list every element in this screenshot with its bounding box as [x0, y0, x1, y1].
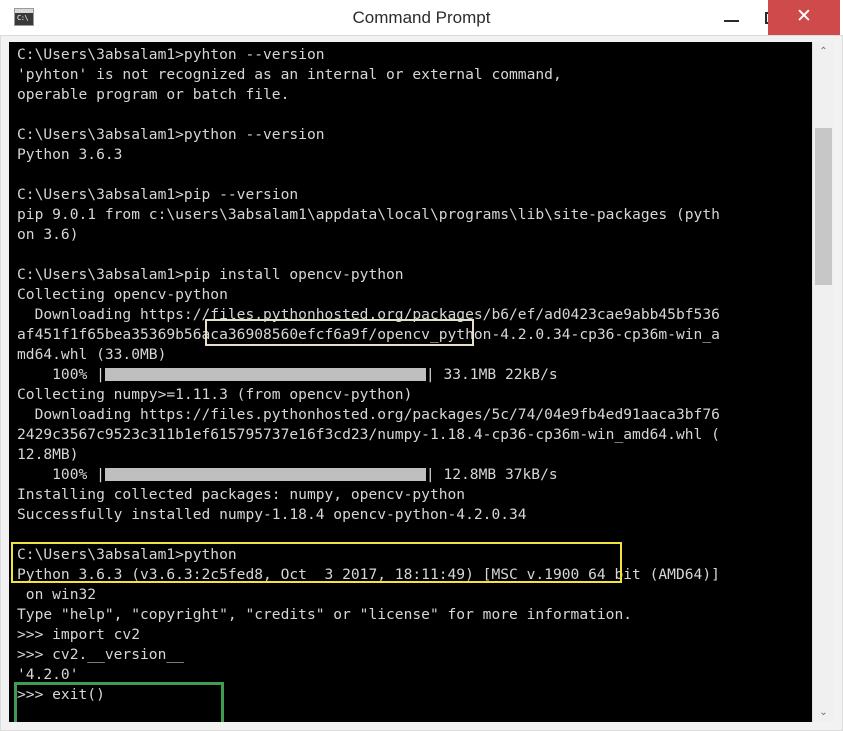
- window-frame: C:\Users\3absalam1>pyhton --version 'pyht…: [0, 35, 843, 731]
- terminal-line: Python 3.6.3: [17, 146, 123, 163]
- close-icon: ✕: [796, 6, 812, 27]
- scroll-up-icon[interactable]: ⌃: [813, 42, 834, 61]
- scrollbar-thumb[interactable]: [815, 128, 832, 285]
- terminal-line: on 3.6): [17, 226, 79, 243]
- terminal-line: 100% | | 33.1MB 22kB/s: [17, 365, 814, 385]
- terminal-line: >>> exit(): [17, 686, 105, 703]
- terminal-line: C:\Users\3absalam1>python --version: [17, 126, 325, 143]
- terminal-line: Installing collected packages: numpy, op…: [17, 486, 466, 503]
- terminal-line: Collecting opencv-python: [17, 286, 228, 303]
- terminal-line: C:\Users\3absalam1>pip install opencv-py…: [17, 266, 404, 283]
- terminal-line: Downloading https://files.pythonhosted.o…: [17, 406, 720, 423]
- terminal-line: C:\Users\3absalam1>pyhton --version: [17, 46, 325, 63]
- terminal-line: C:\Users\3absalam1>python: [17, 546, 237, 563]
- close-button[interactable]: ✕: [768, 0, 840, 35]
- terminal-line: Downloading https://files.pythonhosted.o…: [17, 306, 720, 323]
- command-prompt-window: C:\ Command Prompt ✕ C:\Users\3absalam1>…: [0, 0, 843, 731]
- terminal-line: '4.2.0': [17, 666, 79, 683]
- terminal-line: >>> import cv2: [17, 626, 141, 643]
- progress-prefix: 100% |: [17, 466, 105, 483]
- terminal-line: on win32: [17, 586, 97, 603]
- terminal-line: pip 9.0.1 from c:\users\3absalam1\appdat…: [17, 206, 720, 223]
- terminal-line: operable program or batch file.: [17, 86, 290, 103]
- terminal-line: Python 3.6.3 (v3.6.3:2c5fed8, Oct 3 2017…: [17, 566, 720, 583]
- window-titlebar[interactable]: C:\ Command Prompt ✕: [0, 0, 843, 36]
- terminal-line: af451f1f65bea35369b56aca36908560efcf6a9f…: [17, 326, 720, 343]
- download-progress-bar: [104, 368, 426, 381]
- terminal-line: 'pyhton' is not recognized as an interna…: [17, 66, 562, 83]
- progress-suffix: | 33.1MB 22kB/s: [425, 366, 558, 383]
- minimize-icon: [724, 20, 739, 22]
- terminal-line: 12.8MB): [17, 446, 79, 463]
- terminal-line: >>> cv2.__version__: [17, 646, 184, 663]
- console-output-area[interactable]: C:\Users\3absalam1>pyhton --version 'pyht…: [9, 42, 814, 722]
- terminal-line: C:\Users\3absalam1>pip --version: [17, 186, 299, 203]
- console-scrollbar[interactable]: ⌃ ⌄: [812, 42, 834, 722]
- progress-prefix: 100% |: [17, 366, 105, 383]
- download-progress-bar: [104, 468, 426, 481]
- progress-suffix: | 12.8MB 37kB/s: [425, 466, 558, 483]
- minimize-button[interactable]: [713, 0, 750, 35]
- terminal-line: md64.whl (33.0MB): [17, 346, 167, 363]
- terminal-text: C:\Users\3absalam1>pyhton --version 'pyht…: [17, 45, 814, 705]
- terminal-line: 2429c3567c9523c311b1ef615795737e16f3cd23…: [17, 426, 720, 443]
- terminal-line: Type "help", "copyright", "credits" or "…: [17, 606, 633, 623]
- terminal-line: Collecting numpy>=1.11.3 (from opencv-py…: [17, 386, 413, 403]
- terminal-line: 100% | | 12.8MB 37kB/s: [17, 465, 814, 485]
- scroll-down-icon[interactable]: ⌄: [813, 703, 834, 722]
- terminal-line: Successfully installed numpy-1.18.4 open…: [17, 506, 527, 523]
